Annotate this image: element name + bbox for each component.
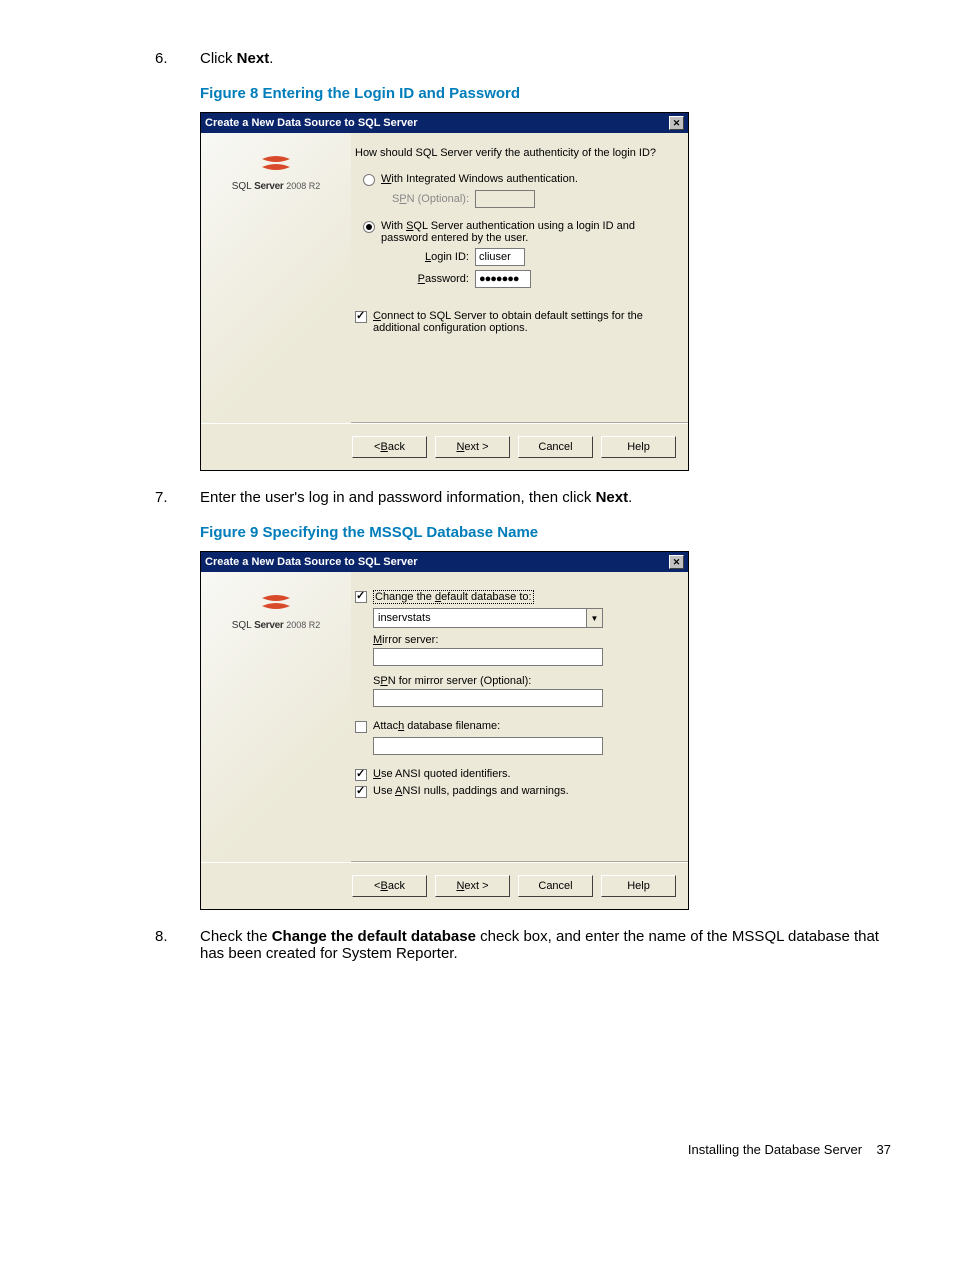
- sql-server-logo-icon: [260, 155, 292, 175]
- back-button[interactable]: < Back: [352, 436, 427, 458]
- step-text: Enter the user's log in and password inf…: [200, 489, 632, 506]
- help-button[interactable]: Help: [601, 875, 676, 897]
- brand-text: SQL Server 2008 R2: [213, 620, 339, 631]
- footer-section: Installing the Database Server: [688, 1142, 862, 1157]
- password-input[interactable]: ●●●●●●●: [475, 270, 531, 288]
- step-number: 6.: [155, 50, 168, 67]
- close-icon[interactable]: ✕: [669, 555, 684, 569]
- button-row: < Back Next > Cancel Help: [201, 862, 688, 909]
- page-footer: Installing the Database Server 37: [55, 1142, 899, 1157]
- mirror-label: Mirror server:: [373, 634, 676, 646]
- help-button[interactable]: Help: [601, 436, 676, 458]
- step-8: 8. Check the Change the default database…: [55, 928, 899, 962]
- radio-sql-auth[interactable]: With SQL Server authentication using a l…: [363, 220, 676, 244]
- step-number: 8.: [155, 928, 168, 945]
- login-input[interactable]: cliuser: [475, 248, 525, 266]
- chevron-down-icon: ▼: [586, 609, 602, 627]
- titlebar: Create a New Data Source to SQL Server ✕: [201, 113, 688, 133]
- database-combo[interactable]: inservstats ▼: [373, 608, 603, 628]
- checkbox-icon: [355, 591, 367, 603]
- figure-9-caption: Figure 9 Specifying the MSSQL Database N…: [200, 524, 899, 541]
- instruction-list: 6. Click Next. Figure 8 Entering the Log…: [55, 50, 899, 962]
- password-label: Password:: [385, 273, 475, 285]
- cancel-button[interactable]: Cancel: [518, 875, 593, 897]
- next-button[interactable]: Next >: [435, 436, 510, 458]
- step-text: Click Next.: [200, 50, 273, 67]
- sql-server-logo-icon: [260, 594, 292, 614]
- checkbox-attach-db[interactable]: Attach database filename:: [355, 720, 676, 733]
- radio-icon: [363, 221, 375, 233]
- dialog-title: Create a New Data Source to SQL Server: [205, 556, 418, 568]
- attach-input[interactable]: [373, 737, 603, 755]
- checkbox-icon: [355, 769, 367, 781]
- checkbox-ansi-nulls[interactable]: Use ANSI nulls, paddings and warnings.: [355, 785, 676, 798]
- dialog-figure-9: Create a New Data Source to SQL Server ✕…: [200, 551, 689, 910]
- mirror-input[interactable]: [373, 648, 603, 666]
- step-text: Check the Change the default database ch…: [200, 928, 879, 962]
- close-icon[interactable]: ✕: [669, 116, 684, 130]
- checkbox-icon: [355, 311, 367, 323]
- checkbox-icon: [355, 721, 367, 733]
- figure-8-caption: Figure 8 Entering the Login ID and Passw…: [200, 85, 899, 102]
- spn-label: SPN (Optional):: [385, 193, 475, 205]
- step-7: 7. Enter the user's log in and password …: [55, 489, 899, 910]
- checkbox-ansi-quoted[interactable]: Use ANSI quoted identifiers.: [355, 768, 676, 781]
- auth-question: How should SQL Server verify the authent…: [355, 147, 676, 159]
- step-6: 6. Click Next. Figure 8 Entering the Log…: [55, 50, 899, 471]
- checkbox-connect-defaults[interactable]: Connect to SQL Server to obtain default …: [355, 310, 676, 334]
- spn-mirror-input[interactable]: [373, 689, 603, 707]
- titlebar: Create a New Data Source to SQL Server ✕: [201, 552, 688, 572]
- brand-pane: SQL Server 2008 R2: [201, 572, 351, 862]
- radio-windows-auth[interactable]: With Integrated Windows authentication.: [363, 173, 676, 186]
- checkbox-icon: [355, 786, 367, 798]
- checkbox-change-db[interactable]: Change the default database to:: [355, 590, 676, 604]
- cancel-button[interactable]: Cancel: [518, 436, 593, 458]
- login-label: Login ID:: [385, 251, 475, 263]
- next-button[interactable]: Next >: [435, 875, 510, 897]
- radio-icon: [363, 174, 375, 186]
- brand-pane: SQL Server 2008 R2: [201, 133, 351, 423]
- step-number: 7.: [155, 489, 168, 506]
- spn-mirror-label: SPN for mirror server (Optional):: [373, 675, 676, 687]
- footer-page: 37: [877, 1142, 891, 1157]
- button-row: < Back Next > Cancel Help: [201, 423, 688, 470]
- dialog-title: Create a New Data Source to SQL Server: [205, 117, 418, 129]
- brand-text: SQL Server 2008 R2: [213, 181, 339, 192]
- back-button[interactable]: < Back: [352, 875, 427, 897]
- spn-input: [475, 190, 535, 208]
- dialog-figure-8: Create a New Data Source to SQL Server ✕…: [200, 112, 689, 471]
